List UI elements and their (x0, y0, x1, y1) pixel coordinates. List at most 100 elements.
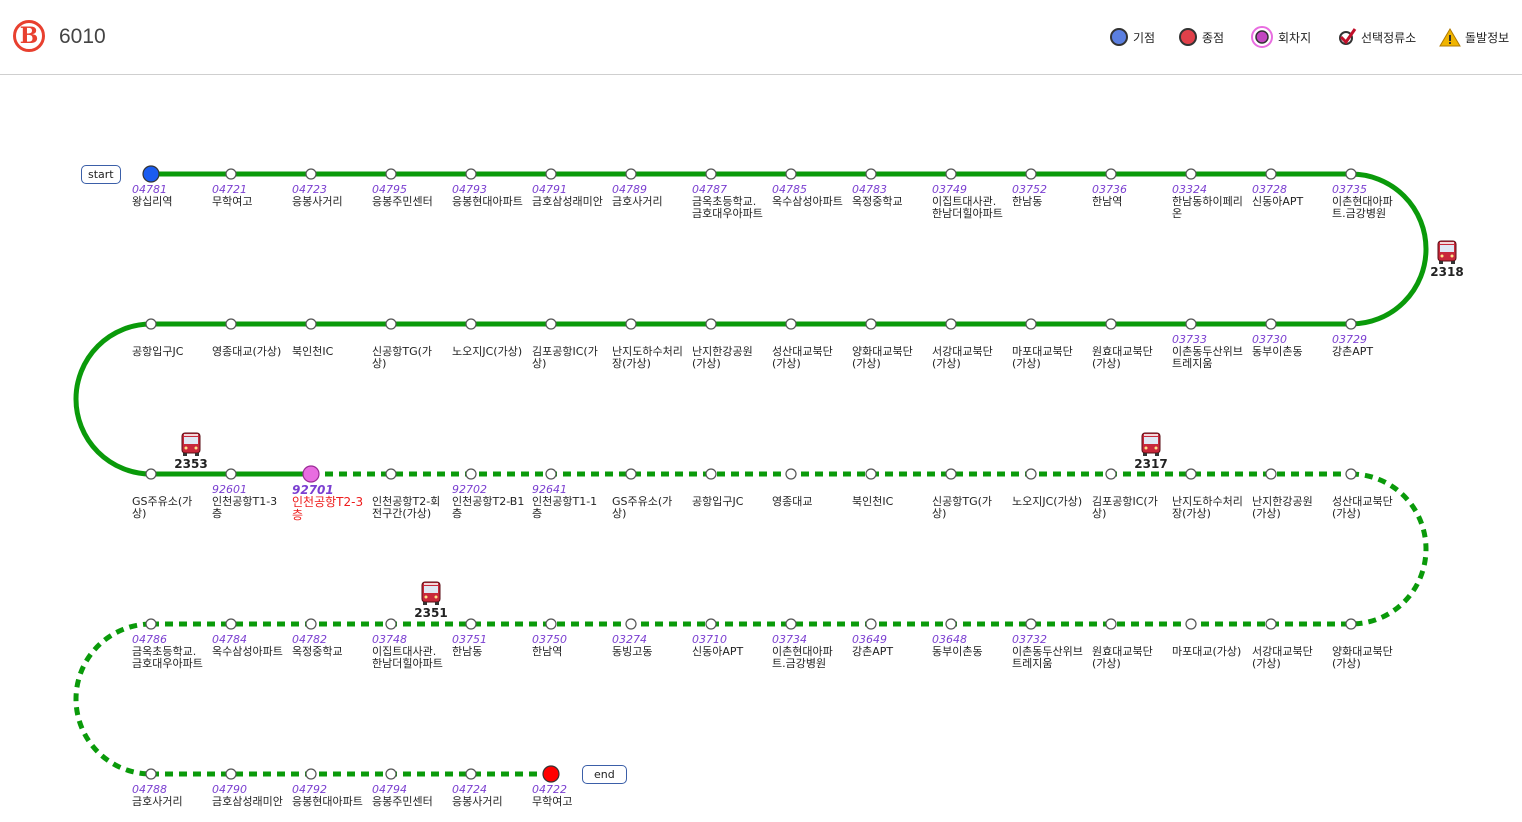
stop-marker[interactable] (545, 468, 557, 480)
stop-name-link[interactable]: 북인천IC (852, 496, 926, 508)
stop-marker[interactable] (625, 318, 637, 330)
stop-name-link[interactable]: 난지한강공원(가상) (1252, 496, 1326, 520)
stop-marker[interactable] (1345, 618, 1357, 630)
stop-marker[interactable] (945, 168, 957, 180)
end-stop-marker[interactable] (542, 765, 560, 783)
stop-marker[interactable] (625, 168, 637, 180)
stop-name-link[interactable]: 강촌APT (852, 646, 926, 658)
stop-marker[interactable] (225, 618, 237, 630)
stop-name-link[interactable]: 금옥초등학교.금호대우아파트 (132, 646, 206, 670)
stop-name-link[interactable]: 난지도하수처리장(가상) (612, 346, 686, 370)
stop-name-link[interactable]: 인천공항T1-3층 (212, 496, 286, 520)
stop-name-link[interactable]: GS주유소(가상) (612, 496, 686, 520)
stop-marker[interactable] (305, 318, 317, 330)
stop-marker[interactable] (1105, 468, 1117, 480)
stop-marker[interactable] (1105, 618, 1117, 630)
stop-marker[interactable] (1025, 168, 1037, 180)
stop-marker[interactable] (465, 768, 477, 780)
stop-marker[interactable] (385, 168, 397, 180)
stop-name-link[interactable]: 인천공항T2-3층 (292, 496, 366, 522)
stop-name-link[interactable]: 원효대교북단(가상) (1092, 646, 1166, 670)
stop-marker[interactable] (865, 618, 877, 630)
stop-name-link[interactable]: 옥정중학교 (852, 196, 926, 208)
stop-marker[interactable] (705, 468, 717, 480)
stop-name-link[interactable]: 영종대교 (772, 496, 846, 508)
stop-name-link[interactable]: 이촌현대아파트.금강병원 (772, 646, 846, 670)
stop-name-link[interactable]: 이촌현대아파트.금강병원 (1332, 196, 1406, 220)
stop-marker[interactable] (545, 318, 557, 330)
stop-name-link[interactable]: 옥수삼성아파트 (772, 196, 846, 208)
stop-marker[interactable] (1185, 468, 1197, 480)
stop-name-link[interactable]: 금옥초등학교.금호대우아파트 (692, 196, 766, 220)
start-stop-marker[interactable] (142, 165, 160, 183)
stop-marker[interactable] (1345, 168, 1357, 180)
stop-name-link[interactable]: 동부이촌동 (1252, 346, 1326, 358)
stop-marker[interactable] (945, 318, 957, 330)
stop-name-link[interactable]: 응봉사거리 (452, 796, 526, 808)
stop-name-link[interactable]: 한남역 (1092, 196, 1166, 208)
stop-marker[interactable] (1345, 318, 1357, 330)
stop-name-link[interactable]: 동부이촌동 (932, 646, 1006, 658)
stop-name-link[interactable]: 성산대교북단(가상) (1332, 496, 1406, 520)
stop-marker[interactable] (785, 168, 797, 180)
stop-name-link[interactable]: GS주유소(가상) (132, 496, 206, 520)
stop-marker[interactable] (145, 768, 157, 780)
stop-name-link[interactable]: 마포대교(가상) (1172, 646, 1246, 658)
stop-marker[interactable] (385, 468, 397, 480)
stop-name-link[interactable]: 양화대교북단(가상) (852, 346, 926, 370)
stop-marker[interactable] (305, 168, 317, 180)
stop-marker[interactable] (545, 618, 557, 630)
stop-name-link[interactable]: 금호삼성래미안 (532, 196, 606, 208)
bus-icon[interactable] (1141, 432, 1161, 456)
stop-marker[interactable] (545, 168, 557, 180)
stop-marker[interactable] (145, 618, 157, 630)
turnaround-stop-marker[interactable] (302, 465, 320, 483)
stop-marker[interactable] (1105, 318, 1117, 330)
bus-icon[interactable] (421, 581, 441, 605)
stop-marker[interactable] (465, 318, 477, 330)
stop-marker[interactable] (465, 168, 477, 180)
stop-name-link[interactable]: 무학여고 (212, 196, 286, 208)
stop-marker[interactable] (465, 618, 477, 630)
stop-marker[interactable] (225, 468, 237, 480)
stop-name-link[interactable]: 무학여고 (532, 796, 606, 808)
stop-marker[interactable] (705, 318, 717, 330)
stop-name-link[interactable]: 한남동하이페리온 (1172, 196, 1246, 220)
stop-name-link[interactable]: 인천공항T2-B1층 (452, 496, 526, 520)
stop-marker[interactable] (1265, 168, 1277, 180)
stop-name-link[interactable]: 난지한강공원(가상) (692, 346, 766, 370)
stop-name-link[interactable]: 응봉주민센터 (372, 196, 446, 208)
stop-name-link[interactable]: 금호사거리 (612, 196, 686, 208)
stop-marker[interactable] (705, 168, 717, 180)
stop-name-link[interactable]: 금호삼성래미안 (212, 796, 286, 808)
bus-icon[interactable] (1437, 240, 1457, 264)
stop-marker[interactable] (225, 318, 237, 330)
stop-marker[interactable] (1265, 318, 1277, 330)
stop-name-link[interactable]: 노오지JC(가상) (1012, 496, 1086, 508)
stop-name-link[interactable]: 응봉현대아파트 (292, 796, 366, 808)
stop-name-link[interactable]: 신동아APT (1252, 196, 1326, 208)
stop-marker[interactable] (145, 318, 157, 330)
bus-icon[interactable] (181, 432, 201, 456)
stop-marker[interactable] (625, 468, 637, 480)
stop-name-link[interactable]: 한남동 (452, 646, 526, 658)
stop-marker[interactable] (1345, 468, 1357, 480)
stop-name-link[interactable]: 옥수삼성아파트 (212, 646, 286, 658)
stop-marker[interactable] (1185, 618, 1197, 630)
stop-marker[interactable] (1025, 618, 1037, 630)
stop-marker[interactable] (625, 618, 637, 630)
stop-marker[interactable] (785, 468, 797, 480)
stop-marker[interactable] (945, 618, 957, 630)
stop-marker[interactable] (385, 618, 397, 630)
stop-name-link[interactable]: 이촌동두산위브트레지움 (1012, 646, 1086, 670)
stop-name-link[interactable]: 이집트대사관.한남더힐아파트 (372, 646, 446, 670)
stop-marker[interactable] (385, 318, 397, 330)
stop-name-link[interactable]: 공항입구JC (132, 346, 206, 358)
stop-name-link[interactable]: 응봉주민센터 (372, 796, 446, 808)
stop-name-link[interactable]: 김포공항IC(가상) (532, 346, 606, 370)
stop-name-link[interactable]: 공항입구JC (692, 496, 766, 508)
stop-name-link[interactable]: 영종대교(가상) (212, 346, 286, 358)
stop-marker[interactable] (785, 618, 797, 630)
stop-name-link[interactable]: 서강대교북단(가상) (1252, 646, 1326, 670)
stop-name-link[interactable]: 인천공항T1-1층 (532, 496, 606, 520)
